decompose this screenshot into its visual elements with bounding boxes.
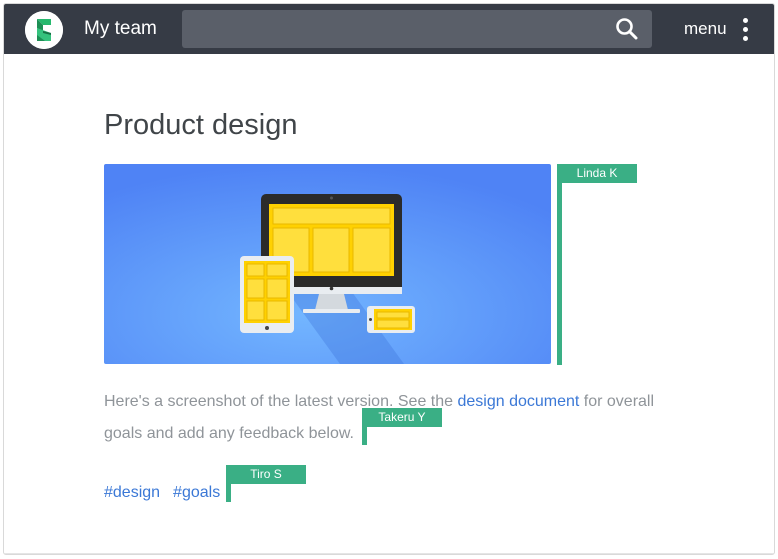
app-logo-icon[interactable] xyxy=(25,11,63,49)
tag-design[interactable]: #design xyxy=(104,484,160,501)
collaborator-name-tag: Tiro S xyxy=(226,465,306,484)
divider xyxy=(4,553,774,554)
search-icon[interactable] xyxy=(614,16,640,42)
kebab-menu-icon xyxy=(742,17,748,41)
collaborator-name-tag: Takeru Y xyxy=(362,408,442,427)
top-navigation-bar: My team menu xyxy=(4,4,774,54)
collaborator-name-tag: Linda K xyxy=(557,164,637,183)
menu-button[interactable]: menu xyxy=(684,17,748,41)
team-title[interactable]: My team xyxy=(84,18,157,40)
tag-goals[interactable]: #goals xyxy=(173,484,220,501)
cursor-line xyxy=(557,164,562,365)
design-screenshot-image[interactable] xyxy=(104,164,551,364)
design-document-link[interactable]: design document xyxy=(457,393,579,410)
page-title: Product design xyxy=(104,109,298,141)
app-window: My team menu Product design Here's a scr… xyxy=(3,3,775,555)
search-input[interactable] xyxy=(182,10,652,48)
menu-label: menu xyxy=(684,19,727,38)
tag-list: #design #goals xyxy=(104,483,233,503)
